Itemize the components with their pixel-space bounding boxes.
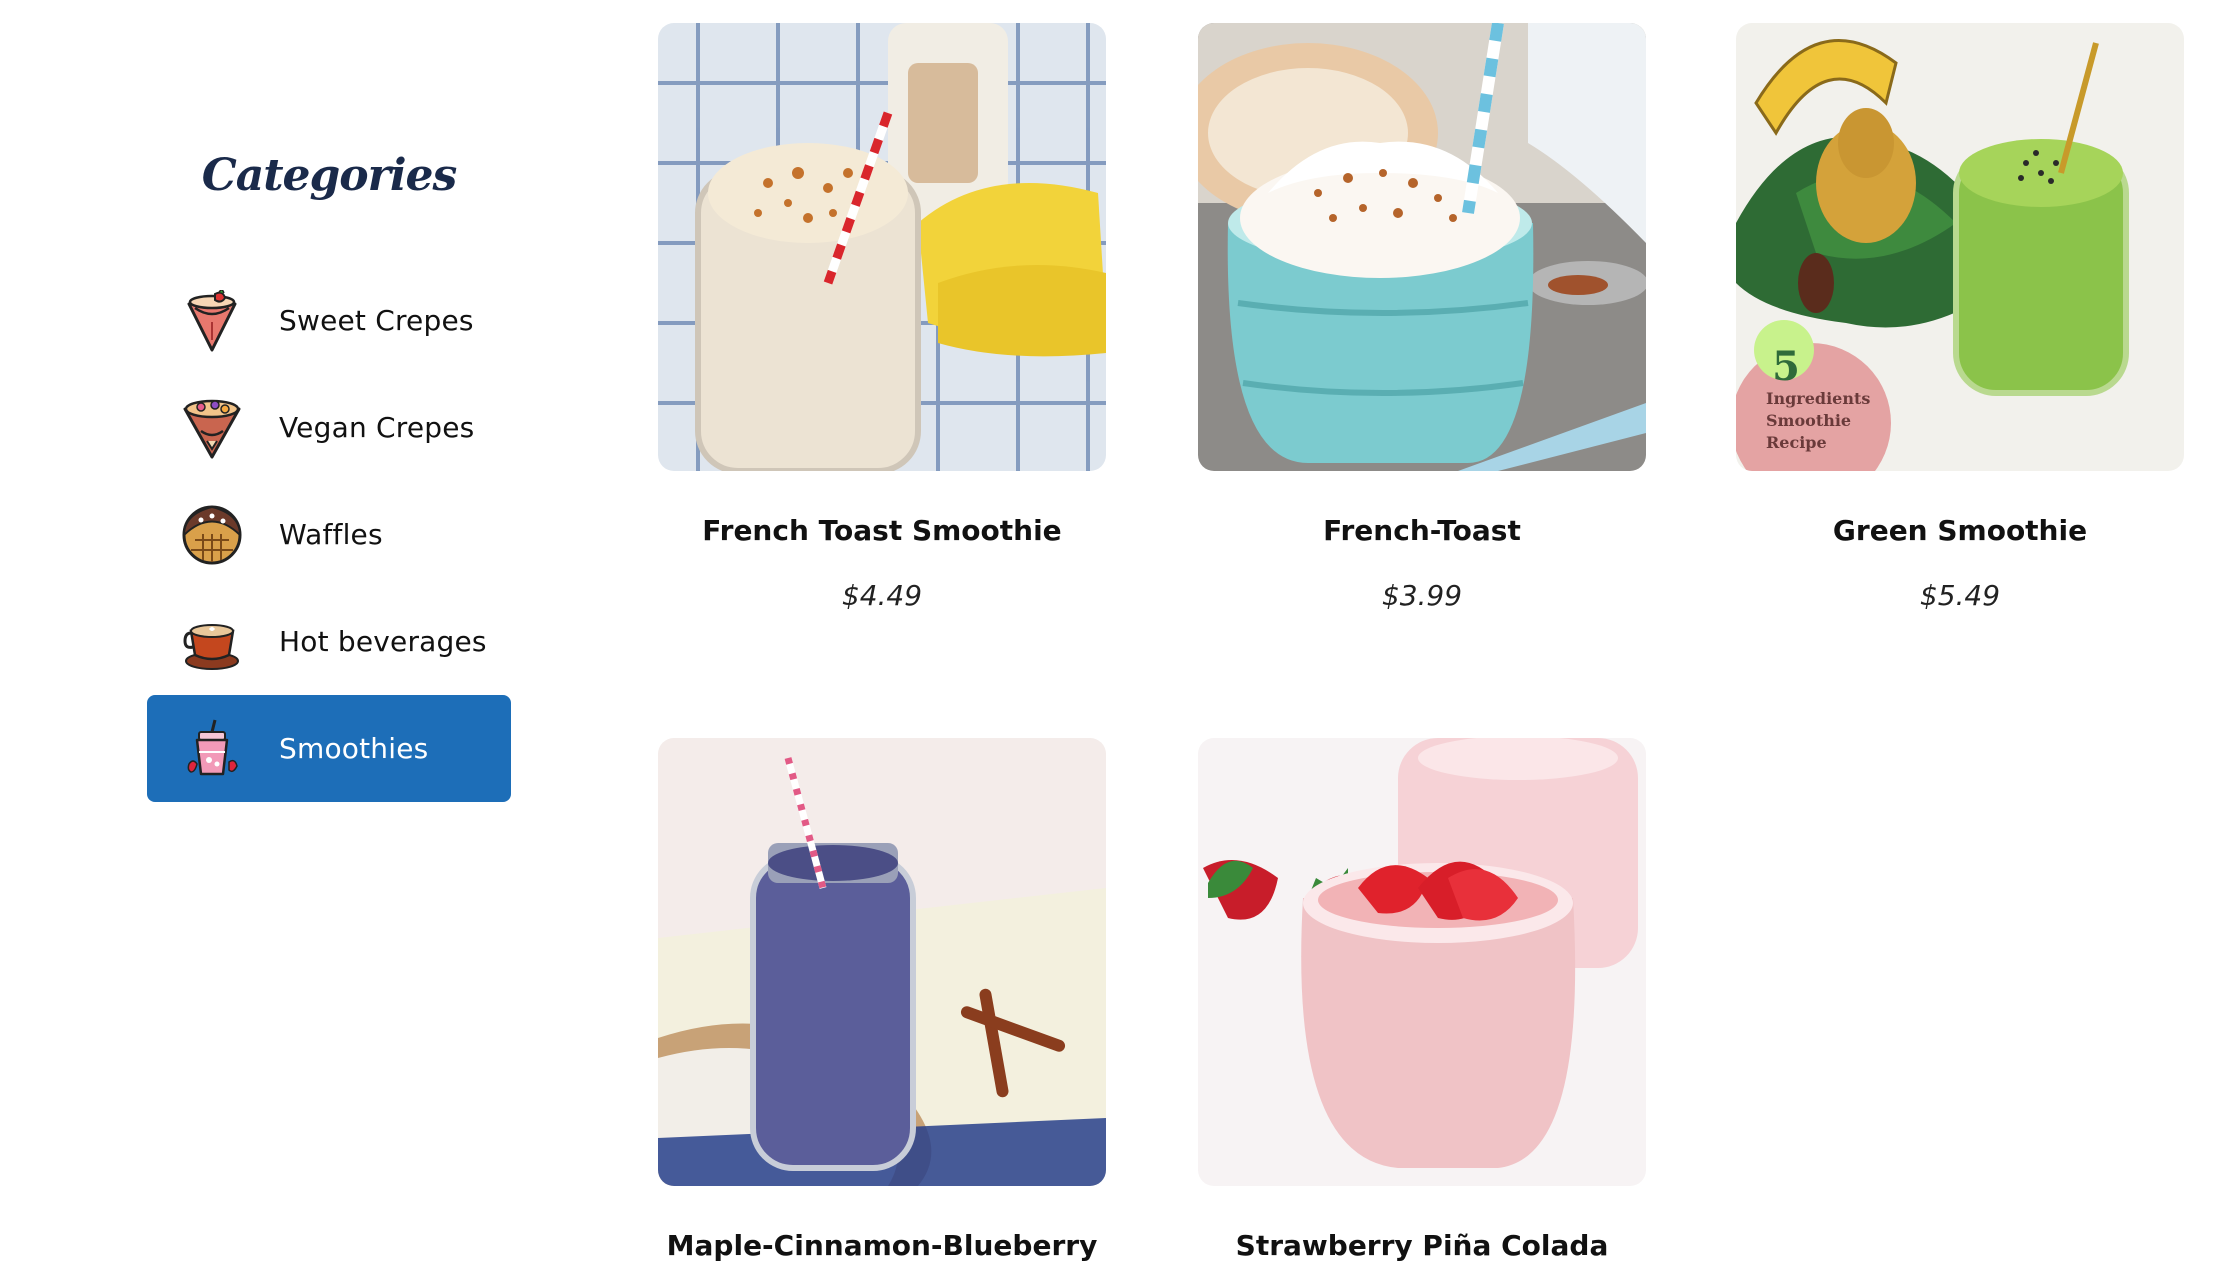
vegan-crepe-icon (181, 397, 243, 459)
category-smoothies[interactable]: Smoothies (147, 695, 511, 802)
crepe-icon (181, 289, 243, 352)
product-name[interactable]: French Toast Smoothie (658, 513, 1106, 549)
category-label: Vegan Crepes (279, 411, 475, 444)
category-label: Hot beverages (279, 625, 487, 658)
product-price: $3.99 (1381, 579, 1463, 612)
product-image[interactable] (1198, 23, 1646, 471)
category-waffles[interactable]: Waffles (147, 481, 511, 588)
product-name[interactable]: Maple-Cinnamon-Blueberry (658, 1228, 1106, 1264)
product-image[interactable] (658, 738, 1106, 1186)
product-image[interactable] (1198, 738, 1646, 1186)
product-name[interactable]: Green Smoothie (1736, 513, 2184, 549)
product-card[interactable]: French Toast Smoothie $4.49 (658, 23, 1106, 612)
page: Categories Sweet Crepes Vegan Crepes Waf… (0, 0, 2222, 1267)
category-label: Waffles (279, 518, 383, 551)
product-card[interactable]: French-Toast $3.99 (1198, 23, 1646, 612)
smoothie-icon (181, 718, 243, 780)
product-image[interactable] (658, 23, 1106, 471)
category-hot-beverages[interactable]: Hot beverages (147, 588, 511, 695)
product-name[interactable]: French-Toast (1198, 513, 1646, 549)
product-card[interactable]: Maple-Cinnamon-Blueberry (658, 738, 1106, 1267)
sidebar-title: Categories (201, 150, 458, 201)
category-sweet-crepes[interactable]: Sweet Crepes (147, 267, 511, 374)
category-label: Smoothies (279, 732, 429, 765)
product-card[interactable]: Strawberry Piña Colada (1198, 738, 1646, 1267)
category-sidebar: Categories Sweet Crepes Vegan Crepes Waf… (147, 150, 511, 802)
waffle-icon (181, 504, 243, 566)
product-name[interactable]: Strawberry Piña Colada (1198, 1228, 1646, 1264)
category-label: Sweet Crepes (279, 304, 474, 337)
coffee-cup-icon (181, 611, 243, 673)
product-price: $4.49 (841, 579, 923, 612)
product-card[interactable]: 5 Ingredients Smoothie Recipe Green Smoo… (1736, 23, 2184, 612)
product-price: $5.49 (1919, 579, 2001, 612)
category-vegan-crepes[interactable]: Vegan Crepes (147, 374, 511, 481)
product-image[interactable] (1736, 23, 2184, 471)
